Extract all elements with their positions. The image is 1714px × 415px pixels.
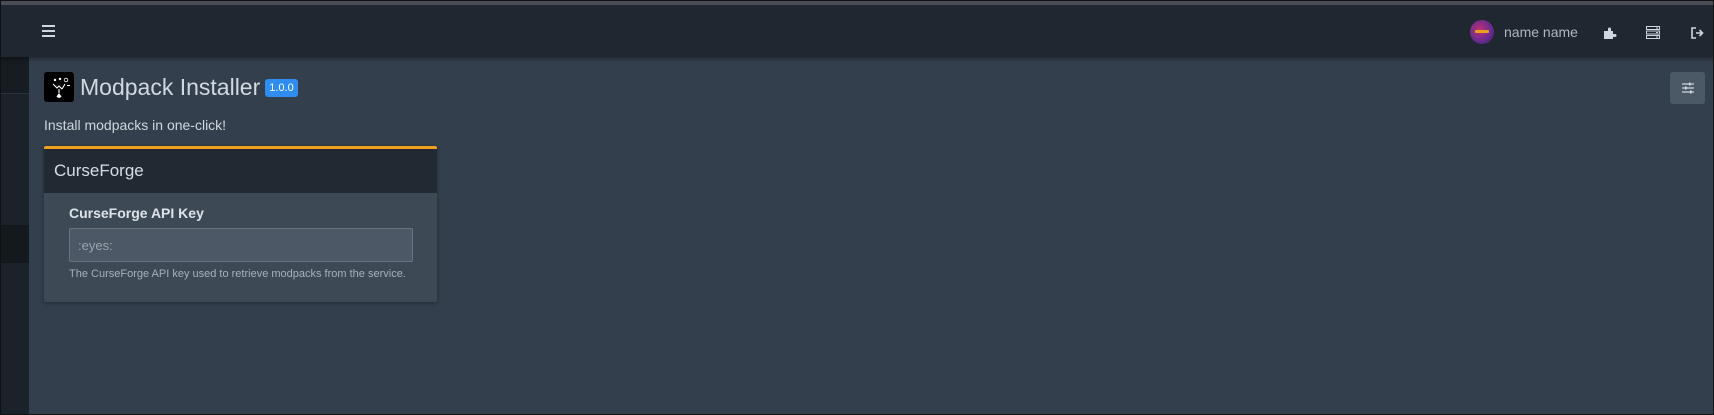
card-header: CurseForge (44, 149, 437, 193)
card-title: CurseForge (54, 161, 144, 180)
sidebar-item[interactable] (0, 57, 29, 93)
user-menu[interactable]: name name (1470, 20, 1578, 44)
api-key-label: CurseForge API Key (69, 205, 204, 221)
sidebar (0, 57, 29, 415)
curseforge-card: CurseForge CurseForge API Key The CurseF… (44, 146, 437, 302)
api-key-input[interactable] (69, 228, 413, 262)
modpack-installer-logo (44, 72, 74, 102)
logout-icon[interactable] (1691, 26, 1704, 44)
server-icon[interactable] (1646, 26, 1660, 44)
sidebar-item[interactable] (0, 225, 29, 263)
menu-icon[interactable] (42, 25, 57, 37)
user-name: name name (1504, 24, 1578, 40)
avatar (1470, 20, 1494, 44)
card-body: CurseForge API Key The CurseForge API ke… (44, 193, 437, 292)
page-header: Modpack Installer 1.0.0 (44, 72, 298, 102)
sidebar-divider (0, 93, 29, 94)
sliders-icon (1681, 82, 1694, 94)
page-description: Install modpacks in one-click! (44, 117, 227, 133)
settings-button[interactable] (1670, 72, 1705, 104)
page-title: Modpack Installer (80, 73, 261, 100)
top-navbar: name name (0, 5, 1714, 57)
version-badge: 1.0.0 (265, 79, 298, 97)
api-key-help: The CurseForge API key used to retrieve … (69, 268, 406, 280)
puzzle-icon[interactable] (1603, 26, 1617, 45)
